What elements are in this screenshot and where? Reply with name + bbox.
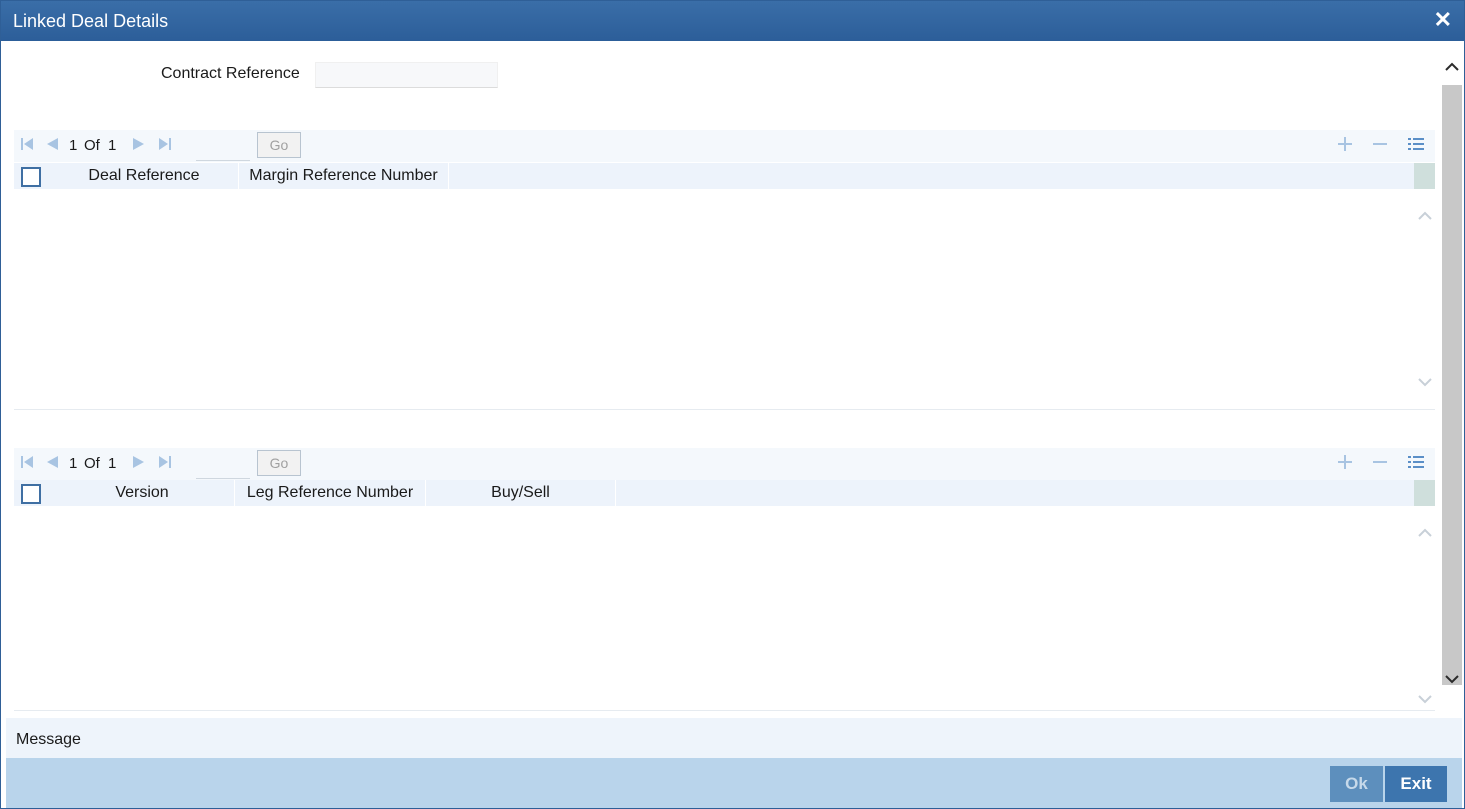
delete-row-icon[interactable] (1372, 450, 1388, 481)
single-view-icon[interactable] (1407, 132, 1425, 163)
last-page-icon[interactable] (158, 137, 172, 154)
select-all-checkbox[interactable] (21, 167, 41, 187)
grid-header: Deal Reference Margin Reference Number (14, 163, 1414, 189)
total-pages: 1 (108, 455, 117, 472)
single-view-icon[interactable] (1407, 450, 1425, 481)
go-button[interactable]: Go (257, 450, 301, 476)
column-header[interactable]: Deal Reference (50, 163, 239, 189)
scroll-down-icon[interactable] (1418, 375, 1432, 389)
column-header[interactable]: Margin Reference Number (239, 163, 449, 189)
scroll-down-icon[interactable] (1418, 692, 1432, 706)
message-label: Message (16, 731, 81, 748)
ok-button[interactable]: Ok (1330, 766, 1383, 802)
message-bar: Message (6, 718, 1462, 758)
column-header[interactable]: Version (50, 480, 235, 506)
footer-bar: Ok Exit (6, 758, 1462, 808)
linked-deal-details-dialog: Linked Deal Details ✕ Contract Reference… (0, 0, 1465, 809)
close-icon[interactable]: ✕ (1434, 9, 1452, 31)
dialog-scrollbar[interactable] (1441, 45, 1463, 709)
scroll-up-icon[interactable] (1418, 209, 1432, 223)
dialog-title: Linked Deal Details (13, 11, 169, 31)
scroll-up-icon[interactable] (1444, 59, 1460, 75)
delete-row-icon[interactable] (1372, 132, 1388, 163)
grid-scrollbar[interactable] (1414, 163, 1435, 409)
add-row-icon[interactable] (1337, 132, 1353, 163)
exit-button[interactable]: Exit (1385, 766, 1447, 802)
goto-page-input[interactable] (196, 454, 250, 479)
contract-reference-input[interactable] (315, 62, 498, 88)
deal-grid-pager: 1 Of 1 Go (14, 130, 1435, 162)
next-page-icon[interactable] (132, 137, 146, 154)
scroll-down-icon[interactable] (1444, 671, 1460, 687)
leg-grid-pager: 1 Of 1 Go (14, 448, 1435, 480)
column-header[interactable]: Leg Reference Number (235, 480, 426, 506)
first-page-icon[interactable] (20, 137, 34, 154)
of-label: Of (84, 137, 100, 154)
leg-reference-grid: Version Leg Reference Number Buy/Sell (14, 480, 1435, 711)
previous-page-icon[interactable] (45, 137, 59, 154)
grid-header: Version Leg Reference Number Buy/Sell (14, 480, 1414, 506)
previous-page-icon[interactable] (45, 455, 59, 472)
first-page-icon[interactable] (20, 455, 34, 472)
total-pages: 1 (108, 137, 117, 154)
grid-scrollbar[interactable] (1414, 480, 1435, 710)
column-header[interactable]: Buy/Sell (426, 480, 616, 506)
add-row-icon[interactable] (1337, 450, 1353, 481)
go-button[interactable]: Go (257, 132, 301, 158)
select-all-checkbox[interactable] (21, 484, 41, 504)
goto-page-input[interactable] (196, 136, 250, 161)
current-page: 1 (69, 137, 78, 154)
next-page-icon[interactable] (132, 455, 146, 472)
deal-reference-grid: Deal Reference Margin Reference Number (14, 163, 1435, 410)
scroll-up-icon[interactable] (1418, 526, 1432, 540)
title-bar: Linked Deal Details ✕ (1, 1, 1464, 41)
last-page-icon[interactable] (158, 455, 172, 472)
contract-reference-label: Contract Reference (161, 65, 300, 82)
current-page: 1 (69, 455, 78, 472)
scrollbar-thumb[interactable] (1442, 85, 1462, 685)
of-label: Of (84, 455, 100, 472)
